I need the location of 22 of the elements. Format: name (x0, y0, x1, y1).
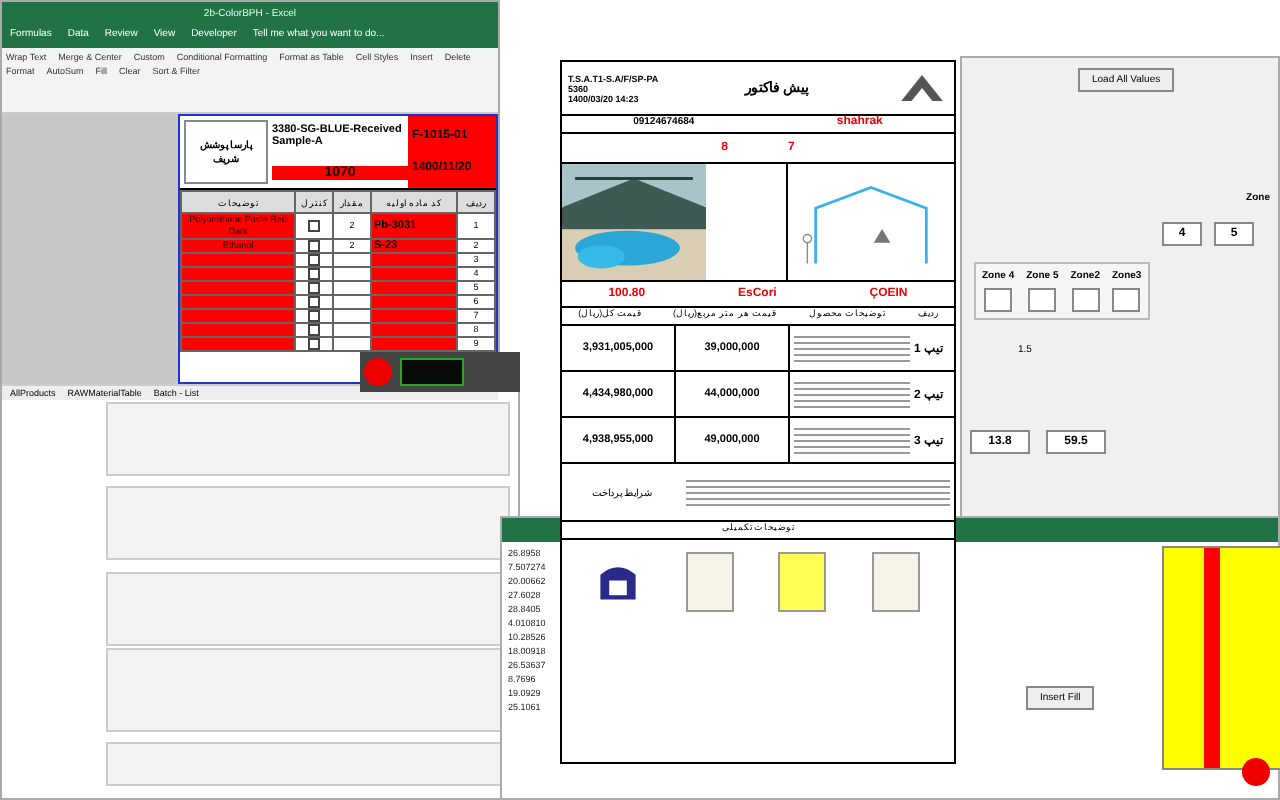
checkbox[interactable] (308, 338, 320, 350)
zone-field[interactable] (1112, 288, 1141, 312)
zone-field[interactable] (1028, 288, 1057, 312)
checkbox[interactable] (308, 254, 320, 266)
checkbox[interactable] (308, 310, 320, 322)
checkbox[interactable] (308, 220, 320, 232)
description-lines (794, 424, 910, 456)
description-lines (794, 378, 910, 410)
record-icon[interactable] (1242, 758, 1270, 786)
zone-field[interactable] (984, 288, 1013, 312)
certificate-thumbnail (871, 552, 920, 612)
checkbox[interactable] (308, 240, 320, 252)
timer-display (400, 358, 464, 386)
logo-icon (896, 70, 948, 106)
zone-field[interactable] (1071, 288, 1100, 312)
checkbox[interactable] (308, 324, 320, 336)
description-lines (794, 332, 910, 364)
checkbox[interactable] (308, 268, 320, 280)
checkbox[interactable] (308, 296, 320, 308)
certificate-thumbnail (685, 552, 734, 612)
checkbox[interactable] (308, 282, 320, 294)
certificate-thumbnail (778, 552, 827, 612)
